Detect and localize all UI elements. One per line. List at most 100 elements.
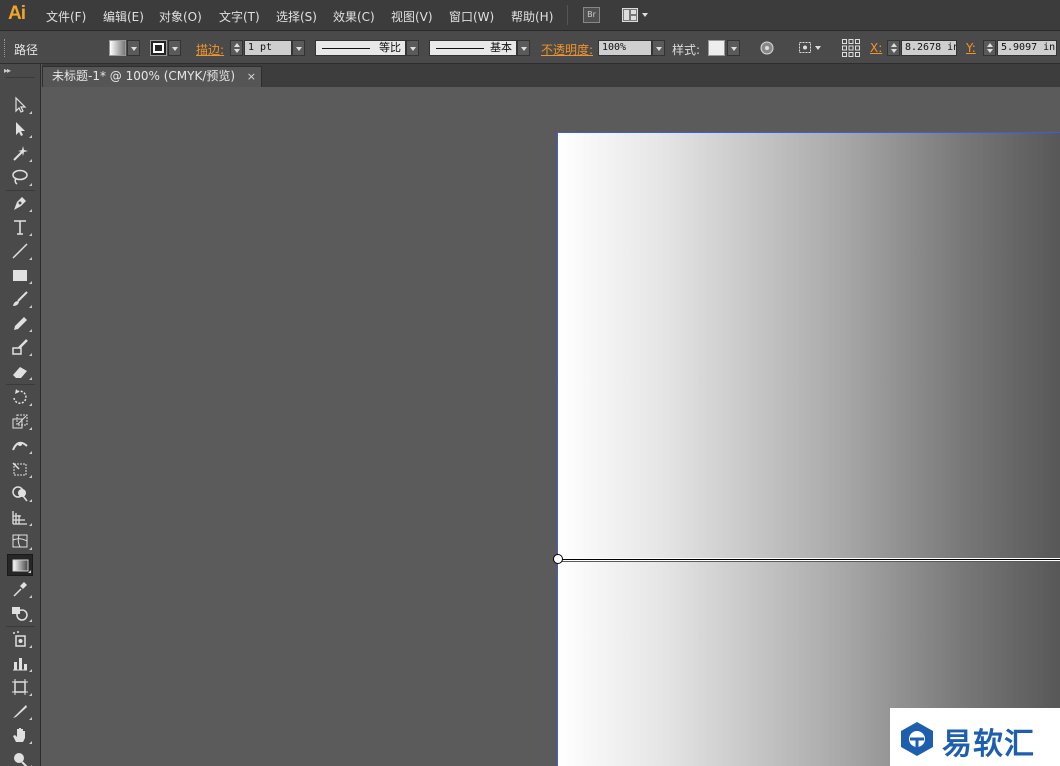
opacity-dropdown[interactable] [652,40,665,56]
lasso-tool-icon [12,169,28,185]
style-label: 样式: [672,43,701,57]
x-stepper[interactable] [887,40,900,56]
isolate-selected-button[interactable] [797,39,825,57]
close-tab-icon[interactable]: × [247,67,256,86]
menu-help[interactable]: 帮助(H) [511,8,553,25]
shape-builder-tool[interactable] [7,482,33,504]
variable-width-profile[interactable]: 等比 [315,40,406,56]
rotate-tool[interactable] [7,386,33,408]
stroke-dropdown[interactable] [168,40,181,56]
line-segment-tool[interactable] [7,240,33,262]
lasso-tool[interactable] [7,166,33,188]
blend-tool[interactable] [7,602,33,624]
magic-wand-tool[interactable] [7,142,33,164]
control-bar-grip[interactable] [4,39,7,57]
menu-bar: Ai 文件(F) 编辑(E) 对象(O) 文字(T) 选择(S) 效果(C) 视… [0,0,1060,31]
stroke-swatch[interactable] [150,40,167,56]
watermark: 易软汇 [890,708,1060,766]
stroke-weight-stepper[interactable] [230,40,243,56]
perspective-grid-tool[interactable] [7,506,33,528]
control-bar: 路径 描边: 1 pt 等比 基本 不透明度: 100% 样式: X: 8.26… [0,31,1060,64]
blend-tool-icon [12,607,28,621]
y-label[interactable]: Y: [966,41,976,55]
stroke-label[interactable]: 描边: [196,41,224,58]
selected-path[interactable] [557,558,1060,561]
pencil-tool[interactable] [7,312,33,334]
graphic-style-swatch[interactable] [708,40,725,56]
rectangle-tool[interactable] [7,264,33,286]
pen-tool-icon [14,197,26,210]
brush-definition[interactable]: 基本 [429,40,517,56]
tools-divider [6,190,35,191]
reference-point-grid-icon [842,39,860,57]
fill-swatch[interactable] [109,40,126,56]
recolor-wheel-icon [760,41,774,55]
brush-line-preview [436,48,484,49]
watermark-text: 易软汇 [942,727,1035,762]
x-label[interactable]: X: [870,41,882,55]
menu-effect[interactable]: 效果(C) [333,8,375,25]
anchor-point[interactable] [553,554,563,564]
column-graph-tool[interactable] [7,652,33,674]
selection-tool[interactable] [7,94,33,116]
blob-brush-tool[interactable] [7,336,33,358]
recolor-artwork-button[interactable] [758,39,776,57]
x-position-field[interactable]: 8.2678 in [901,40,957,56]
type-tool[interactable] [7,216,33,238]
brush-definition-dropdown[interactable] [517,40,530,56]
width-tool-icon [12,441,28,451]
arrange-documents-button[interactable] [622,8,652,23]
tools-divider [6,384,35,385]
menu-edit[interactable]: 编辑(E) [103,8,144,25]
y-stepper[interactable] [983,40,996,56]
menu-view[interactable]: 视图(V) [391,8,433,25]
slice-tool[interactable] [7,700,33,722]
tools-divider [6,626,35,627]
app-logo: Ai [8,3,26,24]
menu-object[interactable]: 对象(O) [159,8,202,25]
gradient-rectangle-top[interactable] [558,133,1060,559]
collapse-panel-icon[interactable]: ▸▸ [4,66,11,75]
artboard[interactable] [557,132,1060,766]
stroke-weight-dropdown[interactable] [292,40,305,56]
menu-window[interactable]: 窗口(W) [449,8,494,25]
paintbrush-tool[interactable] [7,288,33,310]
menu-file[interactable]: 文件(F) [46,8,86,25]
document-tab[interactable]: 未标题-1* @ 100% (CMYK/预览) × [42,66,262,87]
isolate-object-icon [799,42,821,53]
selection-type-label: 路径 [14,43,39,57]
graphic-style-dropdown[interactable] [727,40,740,56]
opacity-label[interactable]: 不透明度: [541,41,593,58]
scale-tool[interactable] [7,410,33,432]
variable-width-profile-label: 等比 [379,41,401,54]
layout-grid-icon [622,8,648,22]
symbol-sprayer-tool[interactable] [7,628,33,650]
artboard-tool[interactable] [7,676,33,698]
eyedropper-tool[interactable] [7,578,33,600]
document-canvas[interactable] [42,87,1060,766]
opacity-field[interactable]: 100% [598,40,652,56]
stroke-color-icon [153,43,164,53]
eyedropper-tool-icon [13,582,27,597]
direct-selection-tool[interactable] [7,118,33,140]
hand-tool[interactable] [7,724,33,746]
reference-point-button[interactable] [841,38,861,58]
tools-panel: ▸▸ [0,64,41,766]
pen-tool[interactable] [7,192,33,214]
menu-select[interactable]: 选择(S) [276,8,317,25]
eraser-tool[interactable] [7,360,33,382]
rectangle-tool-icon [13,270,27,281]
bridge-button[interactable]: Br [583,7,600,23]
free-transform-tool[interactable] [7,458,33,480]
variable-width-profile-dropdown[interactable] [406,40,419,56]
zoom-tool[interactable] [7,748,33,766]
magic-wand-tool-icon [13,146,28,161]
stroke-weight-field[interactable]: 1 pt [244,40,292,56]
pencil-tool-icon [14,317,27,330]
fill-dropdown[interactable] [127,40,140,56]
y-position-field[interactable]: 5.9097 in [997,40,1057,56]
menu-type[interactable]: 文字(T) [219,8,260,25]
mesh-tool[interactable] [7,530,33,552]
width-tool[interactable] [7,434,33,456]
gradient-tool[interactable] [7,554,33,576]
